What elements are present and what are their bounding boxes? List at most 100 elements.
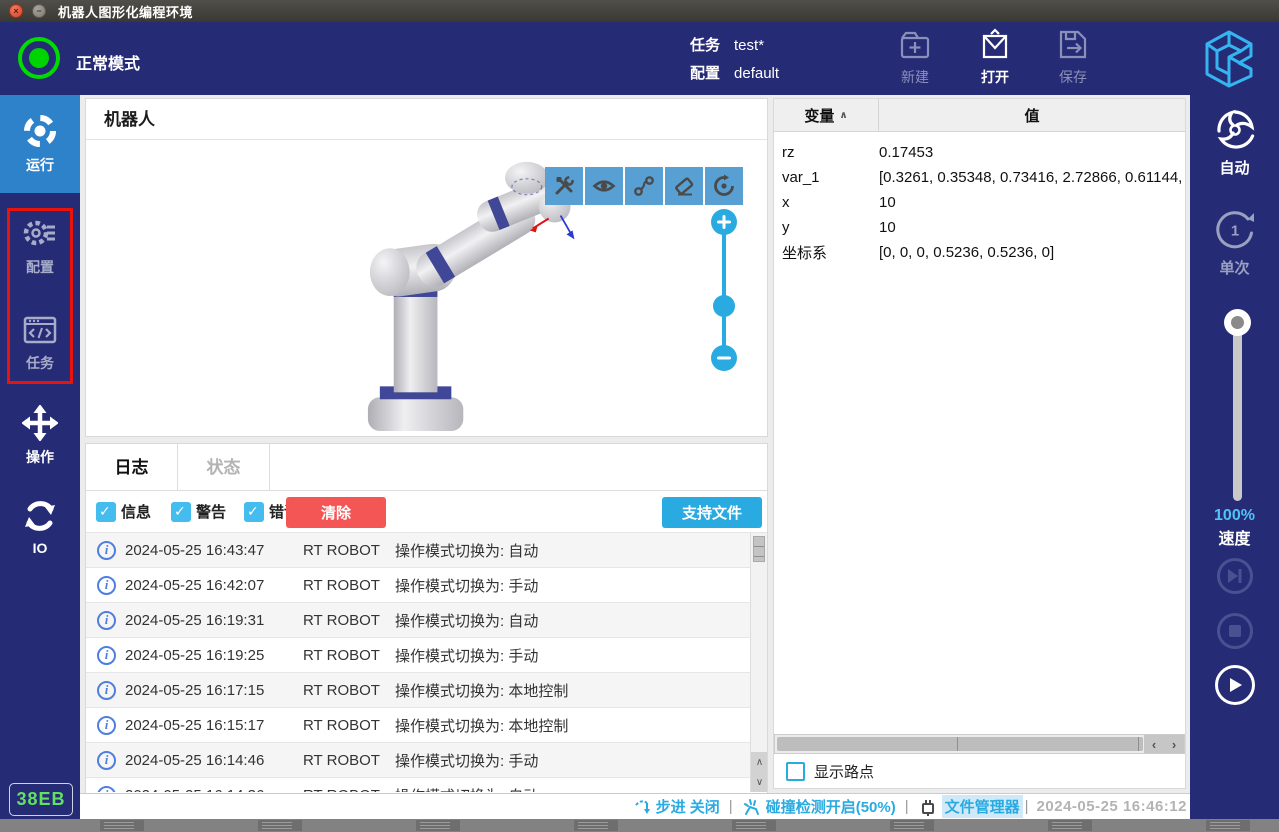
taskbar-tile (890, 820, 934, 831)
scroll-up-button[interactable]: ∧ (751, 752, 767, 772)
taskbar-tile (732, 820, 776, 831)
task-label: 任务 (690, 37, 721, 54)
tab-status[interactable]: 状态 (178, 444, 270, 490)
config-label: 配置 (690, 65, 721, 82)
log-row[interactable]: i 2024-05-25 16:14:36 RT ROBOT 操作模式切换为: … (86, 778, 767, 792)
show-waypoints-option[interactable]: 显示路点 (786, 761, 874, 782)
move-arrows-icon (22, 405, 58, 441)
separator: | (728, 798, 733, 815)
log-row[interactable]: i 2024-05-25 16:19:31 RT ROBOT 操作模式切换为: … (86, 603, 767, 638)
save-button[interactable]: 保存 (1041, 28, 1105, 87)
filter-info[interactable]: 信息 (96, 501, 151, 522)
sidebar-item-operate[interactable]: 操作 (0, 405, 80, 465)
log-row[interactable]: i 2024-05-25 16:17:15 RT ROBOT 操作模式切换为: … (86, 673, 767, 708)
stop-button[interactable] (1217, 613, 1253, 649)
left-sidebar: 运行 配置 任务 操作 IO 38EB (0, 95, 80, 819)
new-button[interactable]: 新建 (883, 28, 947, 87)
auto-mode-button[interactable]: 自动 (1190, 107, 1279, 178)
error-checkbox[interactable] (244, 501, 265, 522)
log-row[interactable]: i 2024-05-25 16:43:47 RT ROBOT 操作模式切换为: … (86, 533, 767, 568)
speed-slider-track[interactable] (1233, 313, 1242, 501)
step-mode-status[interactable]: 步进 关闭 (634, 796, 720, 817)
variable-row[interactable]: y 10 (774, 215, 1185, 240)
clear-log-button[interactable]: 清除 (286, 497, 386, 528)
collision-icon (743, 798, 759, 815)
tools-button[interactable] (545, 167, 583, 205)
variables-table-header: 变量 ∧ 值 (774, 99, 1185, 132)
task-config-meta: 任务 test* 配置 default (690, 32, 779, 88)
sidebar-item-task[interactable]: 任务 (0, 313, 80, 373)
log-row[interactable]: i 2024-05-25 16:14:46 RT ROBOT 操作模式切换为: … (86, 743, 767, 778)
log-tabs: 日志 状态 (86, 444, 767, 491)
sidebar-item-run[interactable]: 运行 (0, 95, 80, 193)
status-datetime: 2024-05-25 16:46:12 (1036, 798, 1187, 815)
rotate-reset-icon (714, 174, 734, 196)
erase-button[interactable] (665, 167, 703, 205)
scroll-left-button[interactable]: ‹ (1144, 735, 1164, 753)
background-taskbar-strip (0, 819, 1279, 832)
right-sidebar: 自动 1 单次 100% 速度 (1190, 95, 1279, 819)
log-panel: 日志 状态 信息 警告 错误 清除 支持文件 i 2024-05-25 16:4… (85, 443, 768, 793)
visibility-button[interactable] (585, 167, 623, 205)
column-header-variable[interactable]: 变量 ∧ (774, 99, 879, 131)
variable-row[interactable]: rz 0.17453 (774, 140, 1185, 165)
minus-icon (717, 356, 731, 360)
variable-row[interactable]: x 10 (774, 190, 1185, 215)
variable-row[interactable]: 坐标系 [0, 0, 0, 0.5236, 0.5236, 0] (774, 240, 1185, 265)
run-icon (24, 115, 56, 147)
eye-icon (592, 180, 616, 192)
step-icon (634, 799, 650, 814)
zoom-out-button[interactable] (711, 345, 737, 371)
gear-icon (23, 220, 55, 246)
column-header-value[interactable]: 值 (879, 99, 1185, 131)
info-icon: i (97, 680, 116, 700)
path-button[interactable] (625, 167, 663, 205)
io-cycle-icon (25, 501, 55, 531)
info-checkbox[interactable] (96, 501, 116, 522)
reset-view-button[interactable] (705, 167, 743, 205)
mode-label: 正常模式 (76, 56, 141, 73)
id-badge: 38EB (9, 783, 73, 816)
tools-icon (555, 176, 574, 195)
play-button[interactable] (1215, 665, 1255, 705)
show-waypoints-checkbox[interactable] (786, 762, 805, 781)
log-scrollbar[interactable]: ∧ ∨ (750, 533, 767, 792)
sort-ascending-icon: ∧ (839, 109, 848, 121)
file-manager-status[interactable]: 文件管理器 (918, 795, 1023, 818)
filter-warning[interactable]: 警告 (171, 501, 226, 522)
zoom-slider-track[interactable] (722, 221, 726, 359)
sidebar-item-config[interactable]: 配置 (0, 215, 80, 275)
speed-slider-handle[interactable] (1224, 309, 1251, 336)
window-close-button[interactable]: × (9, 4, 23, 18)
tab-log[interactable]: 日志 (86, 444, 178, 490)
log-row[interactable]: i 2024-05-25 16:42:07 RT ROBOT 操作模式切换为: … (86, 568, 767, 603)
window-minimize-button[interactable]: − (32, 4, 46, 18)
variables-hscrollbar[interactable]: ‹ › (774, 734, 1185, 754)
sidebar-item-io[interactable]: IO (0, 498, 80, 558)
log-row[interactable]: i 2024-05-25 16:15:17 RT ROBOT 操作模式切换为: … (86, 708, 767, 743)
log-row[interactable]: i 2024-05-25 16:19:25 RT ROBOT 操作模式切换为: … (86, 638, 767, 673)
separator: | (1024, 798, 1029, 815)
taskbar-tile (258, 820, 302, 831)
zoom-in-button[interactable] (711, 209, 737, 235)
collision-detection-status[interactable]: 碰撞检测开启(50%) (742, 796, 896, 817)
variable-row[interactable]: var_1 [0.3261, 0.35348, 0.73416, 2.72866… (774, 165, 1185, 190)
log-scrollbar-thumb[interactable] (753, 536, 765, 562)
log-list[interactable]: i 2024-05-25 16:43:47 RT ROBOT 操作模式切换为: … (86, 533, 767, 792)
zoom-slider-handle[interactable] (713, 295, 735, 317)
open-button[interactable]: 打开 (963, 28, 1027, 87)
skip-icon (1228, 569, 1242, 583)
step-forward-button[interactable] (1217, 558, 1253, 594)
support-files-button[interactable]: 支持文件 (662, 497, 762, 528)
zoom-widget (709, 209, 739, 371)
scroll-down-button[interactable]: ∨ (751, 772, 767, 792)
hscrollbar-thumb[interactable] (777, 737, 1143, 751)
application-window: × − 机器人图形化编程环境 正常模式 任务 test* 配置 default … (0, 0, 1279, 832)
robot-view-panel: 机器人 (85, 98, 768, 437)
view-toolbar (545, 167, 743, 205)
taskbar-tile (416, 820, 460, 831)
single-run-button[interactable]: 1 单次 (1190, 207, 1279, 278)
warning-checkbox[interactable] (171, 501, 192, 522)
svg-text:1: 1 (1230, 223, 1238, 240)
scroll-right-button[interactable]: › (1164, 735, 1184, 753)
